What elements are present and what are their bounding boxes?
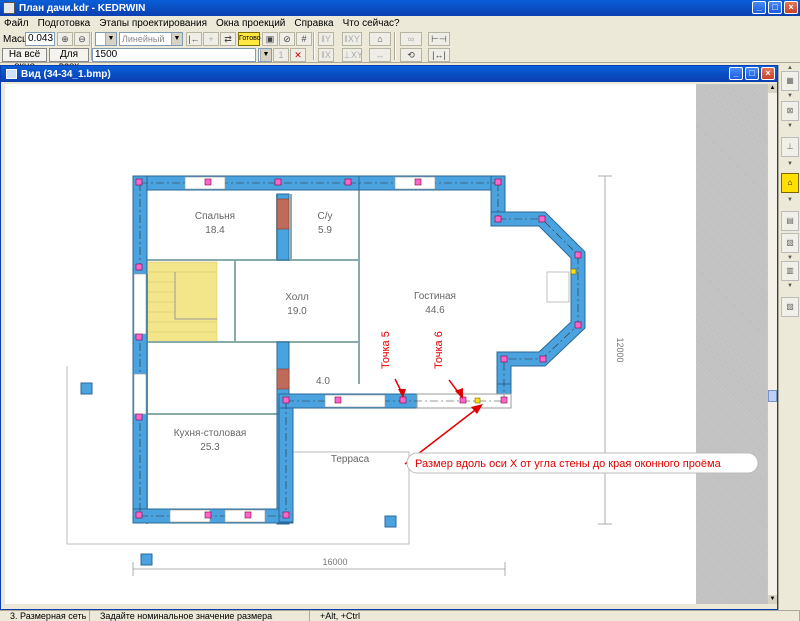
close-button[interactable]: × [784, 1, 798, 14]
y-axis-icon[interactable]: ‖Y [318, 32, 334, 46]
dimension-arrow-icon[interactable]: |↔| [428, 48, 450, 62]
view-icon [6, 69, 17, 79]
grid-icon[interactable]: ▣ [262, 32, 278, 46]
view-scrollbar[interactable]: ▲ ▼ [767, 84, 777, 604]
scale-input[interactable]: 0.043 [25, 32, 55, 46]
room-bath-area: 5.9 [318, 225, 332, 236]
view-close-button[interactable]: × [761, 67, 775, 80]
room-living-area: 44.6 [425, 305, 445, 316]
one-icon[interactable]: 1 [273, 48, 289, 62]
x-axis-icon[interactable]: ‖X [318, 48, 334, 62]
ready-button[interactable]: Готово [238, 32, 261, 46]
minimize-button[interactable]: _ [752, 1, 766, 14]
room-bedroom-name: Спальня [195, 211, 235, 222]
dimension-tool-icon[interactable]: ⊥ [781, 137, 799, 157]
tool-7-icon[interactable]: ▥ [781, 261, 799, 281]
room-terrace-name: Терраса [331, 454, 370, 465]
note-text: Размер вдоль оси X от угла стены до края… [415, 458, 722, 470]
lxy-axis-icon[interactable]: ⊥XY [342, 48, 363, 62]
color-combo[interactable]: ▼ [95, 32, 117, 46]
plan-tool-icon[interactable]: ▦ [781, 71, 799, 91]
dimension-line-icon[interactable]: ⊢⊣ [428, 32, 450, 46]
status-hint: Задайте номинальное значение размера [90, 611, 310, 621]
scroll-down-arrow[interactable]: ▼ [768, 595, 777, 604]
cross-icon[interactable]: + [203, 32, 219, 46]
fit-window-button[interactable]: На всё окно [2, 48, 47, 72]
zoom-out-icon[interactable]: ⊖ [74, 32, 90, 46]
fit-all-button[interactable]: Для всех [49, 48, 89, 72]
room-hall-area: 19.0 [287, 306, 307, 317]
app-icon [3, 2, 15, 14]
floor-plan: Спальня 18.4 С/у 5.9 Холл 19.0 Гостиная … [66, 175, 759, 576]
span-icon[interactable]: ↔ [369, 48, 391, 62]
line-type-value: Линейный [122, 34, 165, 44]
room-bedroom-area: 18.4 [205, 225, 225, 236]
rotate-icon[interactable]: ⟲ [400, 48, 422, 62]
arrows-icon[interactable]: ⇄ [220, 32, 236, 46]
scroll-up-arrow[interactable]: ▲ [768, 84, 777, 93]
room-small-area: 4.0 [316, 376, 330, 387]
section-tool-icon[interactable]: ⊠ [781, 101, 799, 121]
status-bar: 3. Размерная сеть Задайте номинальное зн… [0, 610, 800, 621]
scroll-thumb[interactable] [768, 390, 777, 402]
dim-vertical: 12000 [615, 337, 625, 362]
view-window: Вид (34-34_1.bmp) _ □ × Спальня 18.4 С/у… [0, 65, 778, 610]
view-title: Вид (34-34_1.bmp) [21, 68, 111, 80]
view-title-bar: Вид (34-34_1.bmp) _ □ × [1, 66, 777, 82]
small-combo[interactable]: ▼ [258, 48, 272, 62]
xy-axis-icon[interactable]: ‖XY [342, 32, 362, 46]
dimension-input[interactable]: 1500 [92, 48, 256, 62]
tool-8-icon[interactable]: ▨ [781, 297, 799, 317]
toolbar: Масшт 0.043 ⊕ ⊖ На всё окно Для всех ▼ Л… [0, 31, 800, 72]
menu-file[interactable]: Файл [4, 18, 29, 29]
menu-bar: Файл Подготовка Этапы проектирования Окн… [0, 16, 800, 30]
tool-6-icon[interactable]: ▧ [781, 233, 799, 253]
grid-hash-icon[interactable]: # [296, 32, 312, 46]
title-bar: План дачи.kdr - KEDRWIN _ □ × [0, 0, 800, 16]
drawing-canvas[interactable]: Спальня 18.4 С/у 5.9 Холл 19.0 Гостиная … [5, 84, 767, 604]
maximize-button[interactable]: □ [768, 1, 782, 14]
line-type-combo[interactable]: Линейный ▼ [119, 32, 183, 46]
menu-design-stages[interactable]: Этапы проектирования [99, 18, 207, 29]
room-kitchen-area: 25.3 [200, 442, 220, 453]
room-bath-name: С/у [318, 211, 333, 222]
view-minimize-button[interactable]: _ [729, 67, 743, 80]
room-living-name: Гостиная [414, 291, 456, 302]
room-kitchen-name: Кухня-столовая [174, 428, 247, 439]
window-title: План дачи.kdr - KEDRWIN [19, 2, 146, 14]
status-keys: +Alt, +Ctrl [310, 611, 800, 621]
zoom-in-icon[interactable]: ⊕ [57, 32, 73, 46]
room-hall-name: Холл [285, 292, 309, 303]
no-symbol-icon[interactable]: ⊘ [279, 32, 295, 46]
menu-projection-windows[interactable]: Окна проекций [216, 18, 285, 29]
dim-horizontal: 16000 [322, 557, 347, 567]
active-mode-icon[interactable]: ⌂ [781, 173, 799, 193]
menu-help[interactable]: Справка [294, 18, 333, 29]
view-maximize-button[interactable]: □ [745, 67, 759, 80]
menu-whats-now[interactable]: Что сейчас? [343, 18, 400, 29]
chain-icon[interactable]: ∞ [400, 32, 422, 46]
point6-label: Точка 6 [433, 331, 445, 369]
menu-prepare[interactable]: Подготовка [38, 18, 91, 29]
status-mode: 3. Размерная сеть [0, 611, 90, 621]
right-tool-panel: ▲ ▦ ▼ ⊠ ▼ ⊥ ▼ ⌂ ▼ ▤ ▧ ▼ ▥ ▼ ▨ [778, 65, 800, 610]
point5-label: Точка 5 [380, 331, 392, 369]
app-window: План дачи.kdr - KEDRWIN _ □ × Файл Подго… [0, 0, 800, 621]
tool-5-icon[interactable]: ▤ [781, 211, 799, 231]
delete-dim-icon[interactable]: ✕ [290, 48, 306, 62]
camera-icon[interactable]: ⌂ [369, 32, 391, 46]
align-left-icon[interactable]: |← [186, 32, 202, 46]
